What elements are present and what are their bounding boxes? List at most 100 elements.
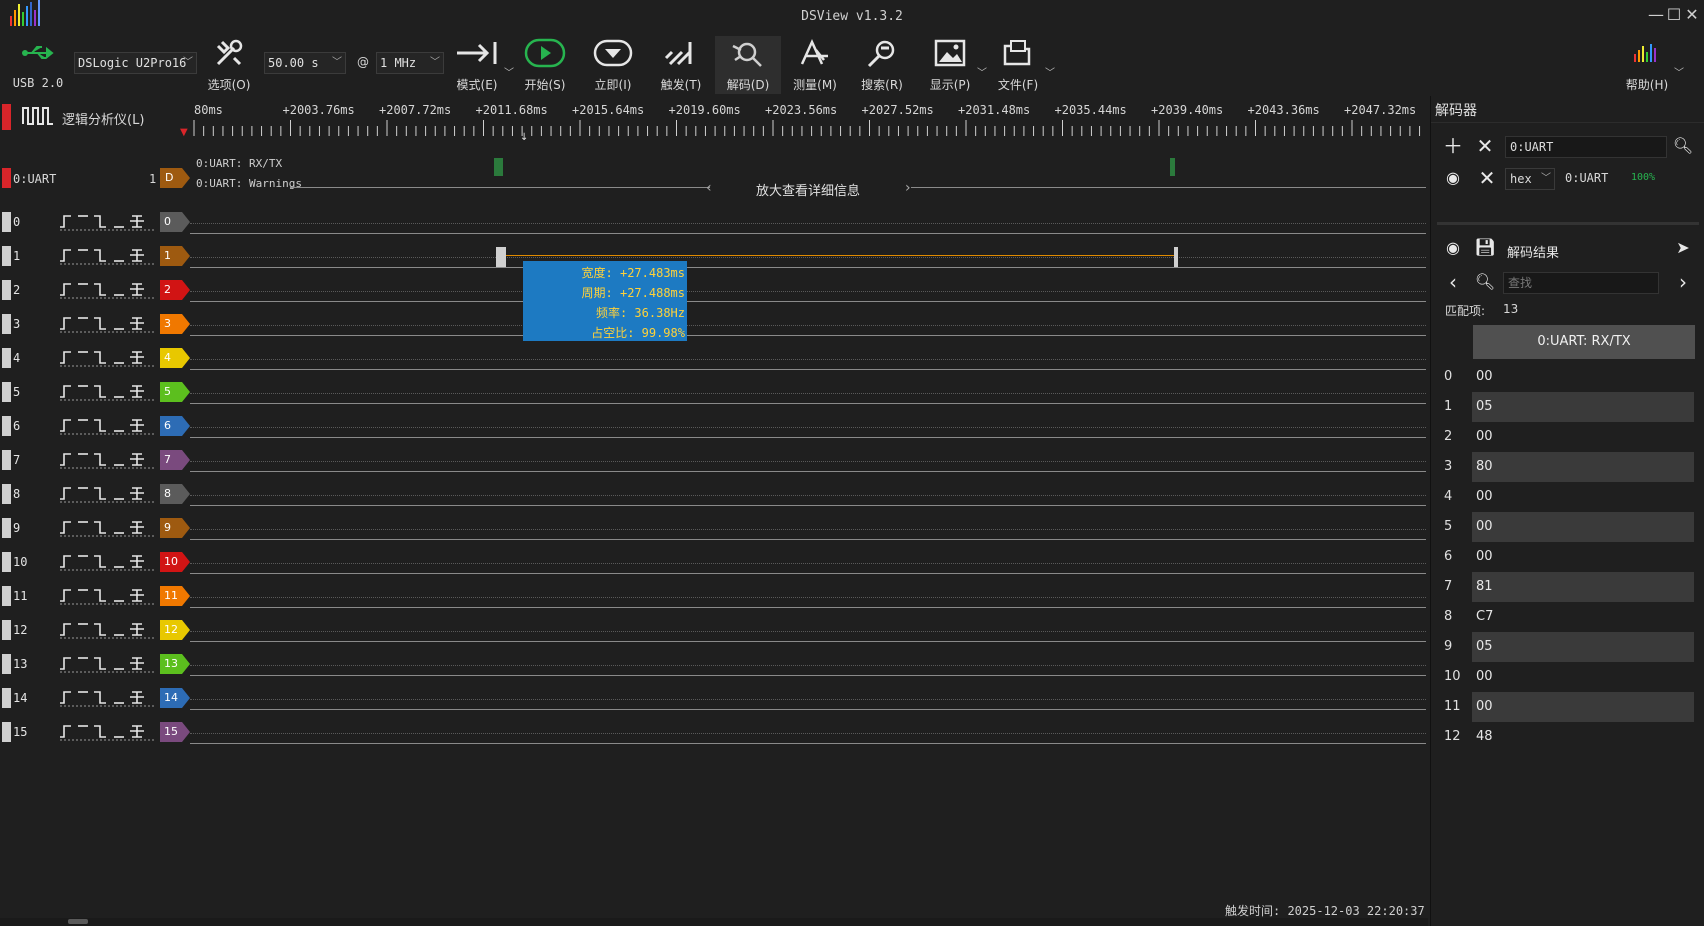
trigger-options-icon[interactable] [58,383,158,401]
channel-number[interactable]: 1 [13,249,20,263]
save-results-button[interactable]: 💾︎ [1471,234,1499,262]
result-value[interactable]: 00 [1472,662,1694,692]
result-row[interactable]: 7 81 [1430,572,1694,602]
channel-row[interactable]: 14 14 [0,684,1428,718]
channel-number[interactable]: 14 [13,691,27,705]
options-button[interactable]: 选项(O) [196,36,262,94]
display-button[interactable]: 显示(P) ﹀ [917,36,987,94]
results-options-button[interactable]: ◉ [1439,234,1467,262]
trigger-options-icon[interactable] [58,621,158,639]
channel-tag[interactable]: 11 [164,589,178,602]
channel-tag[interactable]: 14 [164,691,178,704]
channel-tag[interactable]: 13 [164,657,178,670]
channel-row[interactable]: 10 10 [0,548,1428,582]
measure-button[interactable]: 测量(M) [782,36,848,94]
results-search-button[interactable]: 🔍︎ [1471,268,1499,296]
result-row[interactable]: 0 00 [1430,362,1694,392]
channel-row[interactable]: 11 11 [0,582,1428,616]
trigger-options-icon[interactable] [58,451,158,469]
channel-tag[interactable]: 8 [164,487,171,500]
channel-row[interactable]: 12 12 [0,616,1428,650]
time-ruler[interactable]: 80ms +2003.76ms +2007.72ms +2011.68ms +2015.… [190,96,1426,148]
file-button[interactable]: 文件(F) ﹀ [985,36,1055,94]
add-decoder-button[interactable]: ＋ [1439,132,1467,160]
channel-tag[interactable]: 9 [164,521,171,534]
trigger-options-icon[interactable] [58,723,158,741]
channel-row[interactable]: 15 15 [0,718,1428,752]
channel-number[interactable]: 12 [13,623,27,637]
trigger-options-icon[interactable] [58,689,158,707]
samplerate-select[interactable]: 1 MHz ﹀ [376,52,444,74]
result-row[interactable]: 5 00 [1430,512,1694,542]
result-value[interactable]: 00 [1472,482,1694,512]
channel-number[interactable]: 13 [13,657,27,671]
result-value[interactable]: 05 [1472,632,1694,662]
format-select[interactable]: hex ﹀ [1505,168,1555,190]
trigger-options-icon[interactable] [58,247,158,265]
decoder-tag[interactable]: D [165,171,173,184]
result-value[interactable]: 80 [1472,452,1694,482]
device-select[interactable]: DSLogic U2Pro16 ﹀ [74,52,197,74]
decoder-search-button[interactable]: 🔍︎ [1669,132,1697,160]
channel-tag[interactable]: 2 [164,283,171,296]
result-value[interactable]: C7 [1472,602,1694,632]
channel-number[interactable]: 5 [13,385,20,399]
mode-button[interactable]: 模式(E) ﹀ [444,36,514,94]
result-value[interactable]: 00 [1472,512,1694,542]
channel-row[interactable]: 13 13 [0,650,1428,684]
result-row[interactable]: 2 00 [1430,422,1694,452]
results-column-header[interactable]: 0:UART: RX/TX [1473,325,1695,359]
trigger-options-icon[interactable] [58,485,158,503]
decoder-track-name[interactable]: 0:UART [13,172,56,186]
trigger-options-icon[interactable] [58,315,158,333]
trigger-options-icon[interactable] [58,349,158,367]
jump-button[interactable]: ➤ [1669,234,1697,262]
result-value[interactable]: 05 [1472,392,1694,422]
close-button[interactable]: ✕ [1680,4,1704,26]
result-value[interactable]: 00 [1472,692,1694,722]
next-match-button[interactable]: › [1669,268,1697,296]
duration-select[interactable]: 50.00 s ﹀ [264,52,346,74]
channel-number[interactable]: 15 [13,725,27,739]
horizontal-scrollbar[interactable] [0,918,1428,926]
result-row[interactable]: 6 00 [1430,542,1694,572]
result-value[interactable]: 48 [1472,722,1694,752]
result-row[interactable]: 8 C7 [1430,602,1694,632]
group-label[interactable]: 逻辑分析仪(L) [62,109,144,128]
result-row[interactable]: 4 00 [1430,482,1694,512]
result-value[interactable]: 00 [1472,542,1694,572]
measure-cursor-left[interactable] [496,247,506,267]
channel-number[interactable]: 11 [13,589,27,603]
channel-row[interactable]: 11 [0,242,1428,276]
channel-row[interactable]: 77 [0,446,1428,480]
help-button[interactable]: 帮助(H) ﹀ [1614,36,1684,94]
channel-tag[interactable]: 5 [164,385,171,398]
channel-tag[interactable]: 4 [164,351,171,364]
result-value[interactable]: 00 [1472,422,1694,452]
trigger-options-icon[interactable] [58,587,158,605]
result-row[interactable]: 9 05 [1430,632,1694,662]
decode-button[interactable]: 解码(D) [715,36,781,94]
channel-number[interactable]: 0 [13,215,20,229]
channel-row[interactable]: 55 [0,378,1428,412]
channel-number[interactable]: 9 [13,521,20,535]
result-value[interactable]: 00 [1472,362,1694,392]
result-row[interactable]: 12 48 [1430,722,1694,752]
results-search-input[interactable]: 查找 [1503,272,1659,294]
decoder-select-input[interactable]: 0:UART [1505,136,1667,158]
start-button[interactable]: 开始(S) [512,36,578,94]
result-value[interactable]: 81 [1472,572,1694,602]
channel-tag[interactable]: 12 [164,623,178,636]
measure-cursor-right[interactable] [1174,247,1178,267]
prev-match-button[interactable]: ‹ [1439,268,1467,296]
channel-number[interactable]: 10 [13,555,27,569]
channel-number[interactable]: 7 [13,453,20,467]
channel-row[interactable]: 66 [0,412,1428,446]
trigger-options-icon[interactable] [58,655,158,673]
trigger-options-icon[interactable] [58,213,158,231]
channel-row[interactable]: 88 [0,480,1428,514]
channel-number[interactable]: 3 [13,317,20,331]
trigger-options-icon[interactable] [58,281,158,299]
trigger-options-icon[interactable] [58,519,158,537]
channel-number[interactable]: 2 [13,283,20,297]
